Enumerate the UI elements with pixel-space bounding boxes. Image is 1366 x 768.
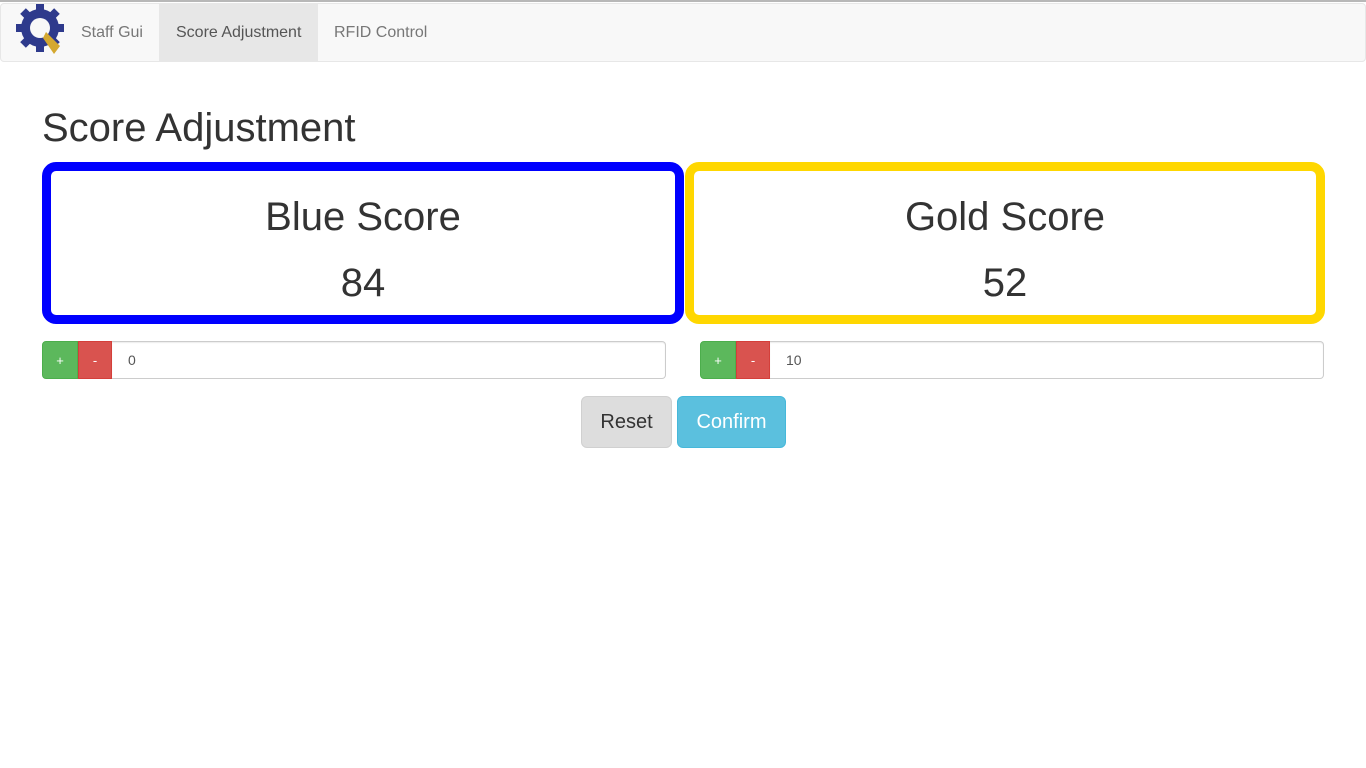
gold-score-card: Gold Score 52	[685, 162, 1325, 324]
blue-plus-button[interactable]: +	[42, 341, 78, 379]
gold-adjust-input[interactable]	[770, 341, 1324, 379]
blue-score-card: Blue Score 84	[42, 162, 684, 324]
gold-adjust-group: + -	[700, 341, 1324, 380]
blue-score-value: 84	[340, 261, 386, 305]
gear-logo-icon[interactable]	[15, 4, 67, 61]
blue-minus-button[interactable]: -	[78, 341, 112, 379]
blue-adjust-group: + -	[42, 341, 666, 380]
gold-minus-button[interactable]: -	[736, 341, 770, 379]
confirm-button[interactable]: Confirm	[677, 396, 786, 448]
reset-button[interactable]: Reset	[581, 396, 672, 448]
blue-score-label: Blue Score	[265, 195, 461, 239]
gold-score-value: 52	[982, 261, 1028, 305]
blue-adjust-input[interactable]	[112, 341, 666, 379]
page-title: Score Adjustment	[42, 106, 356, 150]
gold-score-label: Gold Score	[904, 195, 1106, 239]
tab-rfid-control[interactable]: RFID Control	[317, 4, 444, 61]
brand-link[interactable]: Staff Gui	[64, 4, 160, 61]
navbar: Staff Gui Score Adjustment RFID Control	[0, 3, 1366, 62]
tab-score-adjustment[interactable]: Score Adjustment	[159, 4, 319, 61]
gold-plus-button[interactable]: +	[700, 341, 736, 379]
